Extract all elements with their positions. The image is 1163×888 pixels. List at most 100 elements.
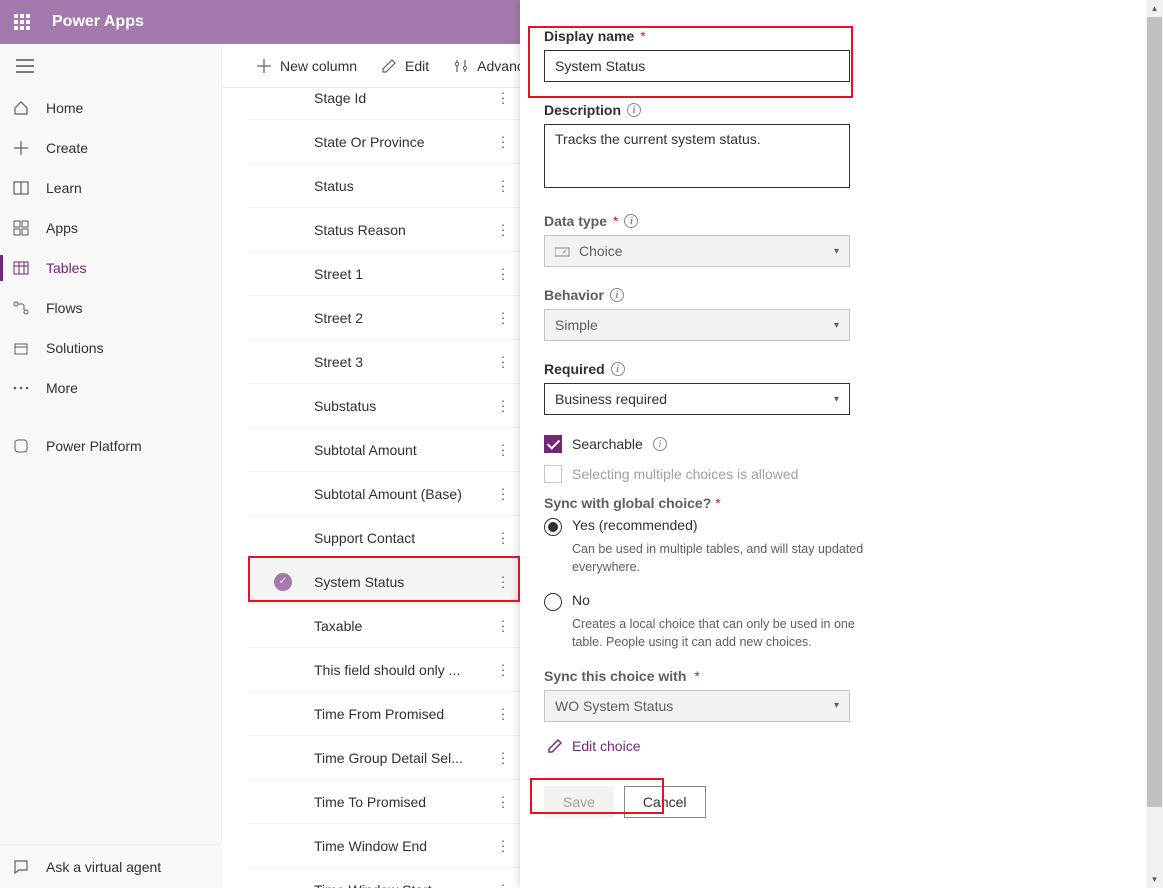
sync-this-label: Sync this choice with* — [544, 668, 1122, 684]
radio-no-help: Creates a local choice that can only be … — [572, 615, 872, 651]
radio-no[interactable] — [544, 593, 562, 611]
nav-item-flows[interactable]: Flows — [0, 288, 221, 328]
column-row[interactable]: Time To Promised⋮ — [248, 780, 520, 824]
sync-yes-option[interactable]: Yes (recommended) — [544, 517, 1122, 536]
nav-label: Create — [46, 140, 88, 156]
app-launcher-button[interactable] — [0, 0, 44, 44]
nav-label: Learn — [46, 180, 82, 196]
column-more-button[interactable]: ⋮ — [496, 221, 510, 238]
column-row[interactable]: Subtotal Amount ⋮ — [248, 428, 520, 472]
column-more-button[interactable]: ⋮ — [496, 353, 510, 370]
column-more-button[interactable]: ⋮ — [496, 177, 510, 194]
column-row[interactable]: Time Window End⋮ — [248, 824, 520, 868]
scroll-down-arrow[interactable]: ▾ — [1146, 871, 1163, 888]
column-more-button[interactable]: ⋮ — [496, 705, 510, 722]
column-row[interactable]: Stage Id⋮ — [248, 76, 520, 120]
column-row[interactable]: Time From Promised⋮ — [248, 692, 520, 736]
column-label: Taxable — [314, 618, 362, 634]
new-column-button[interactable]: New column — [248, 54, 365, 78]
column-more-button[interactable]: ⋮ — [496, 573, 510, 590]
column-more-button[interactable]: ⋮ — [496, 881, 510, 888]
column-row[interactable]: Street 1⋮ — [248, 252, 520, 296]
chevron-down-icon: ▾ — [834, 394, 839, 405]
info-icon[interactable]: i — [627, 103, 641, 117]
column-row[interactable]: This field should only ... ⋮ — [248, 648, 520, 692]
column-row[interactable]: Support Contact⋮ — [248, 516, 520, 560]
column-more-button[interactable]: ⋮ — [496, 529, 510, 546]
column-label: This field should only ... — [314, 662, 460, 678]
info-icon[interactable]: i — [653, 437, 667, 451]
searchable-checkbox[interactable] — [544, 435, 562, 453]
page-scrollbar-thumb[interactable] — [1147, 17, 1162, 807]
description-input[interactable] — [544, 124, 850, 188]
searchable-checkbox-row[interactable]: Searchable i — [544, 435, 1122, 453]
column-row[interactable]: Status Reason⋮ — [248, 208, 520, 252]
radio-no-label: No — [572, 592, 590, 611]
column-label: Subtotal Amount — [314, 442, 417, 458]
nav-item-more[interactable]: More — [0, 368, 221, 408]
column-more-button[interactable]: ⋮ — [496, 89, 510, 106]
more-icon — [12, 379, 30, 397]
column-more-button[interactable]: ⋮ — [496, 749, 510, 766]
nav-item-solutions[interactable]: Solutions — [0, 328, 221, 368]
sync-no-option[interactable]: No — [544, 592, 1122, 611]
column-row[interactable]: Street 2 ⋮ — [248, 296, 520, 340]
radio-yes[interactable] — [544, 518, 562, 536]
edit-button[interactable]: Edit — [373, 54, 437, 78]
required-select[interactable]: Business required ▾ — [544, 383, 850, 415]
column-label: Street 3 — [314, 354, 363, 370]
info-icon[interactable]: i — [624, 214, 638, 228]
column-more-button[interactable]: ⋮ — [496, 397, 510, 414]
nav-item-apps[interactable]: Apps — [0, 208, 221, 248]
column-label: Street 2 — [314, 310, 363, 326]
info-icon[interactable]: i — [610, 288, 624, 302]
nav-label: More — [46, 380, 78, 396]
ask-virtual-agent[interactable]: Ask a virtual agent — [0, 844, 222, 888]
nav-item-power-platform[interactable]: Power Platform — [0, 426, 221, 466]
info-icon[interactable]: i — [611, 362, 625, 376]
column-more-button[interactable]: ⋮ — [496, 441, 510, 458]
column-label: Time Group Detail Sel... — [314, 750, 463, 766]
nav-item-create[interactable]: Create — [0, 128, 221, 168]
column-more-button[interactable]: ⋮ — [496, 661, 510, 678]
column-more-button[interactable]: ⋮ — [496, 265, 510, 282]
column-row[interactable]: Street 3 ⋮ — [248, 340, 520, 384]
column-label: Subtotal Amount (Base) — [314, 486, 462, 502]
edit-choice-link[interactable]: Edit choice — [544, 734, 644, 758]
chevron-down-icon: ▾ — [834, 700, 839, 711]
column-row[interactable]: Time Window Start⋮ — [248, 868, 520, 888]
chat-icon — [12, 858, 30, 876]
column-row[interactable]: Substatus ⋮ — [248, 384, 520, 428]
column-more-button[interactable]: ⋮ — [496, 617, 510, 634]
nav-item-tables[interactable]: Tables — [0, 248, 221, 288]
column-more-button[interactable]: ⋮ — [496, 837, 510, 854]
page-scrollbar-track[interactable]: ▴ ▾ — [1146, 0, 1163, 888]
data-type-select: Choice ▾ — [544, 235, 850, 267]
column-label: Substatus — [314, 398, 376, 414]
column-row[interactable]: Status⋮ — [248, 164, 520, 208]
nav-label: Tables — [46, 260, 86, 276]
column-row[interactable]: ✓System Status⋮ — [248, 560, 520, 604]
cancel-button[interactable]: Cancel — [624, 786, 706, 818]
column-row[interactable]: State Or Province⋮ — [248, 120, 520, 164]
sync-this-select: WO System Status ▾ — [544, 690, 850, 722]
display-name-input[interactable] — [544, 50, 850, 82]
column-more-button[interactable]: ⋮ — [496, 793, 510, 810]
nav-item-learn[interactable]: Learn — [0, 168, 221, 208]
flow-icon — [12, 299, 30, 317]
nav-label: Home — [46, 100, 83, 116]
column-more-button[interactable]: ⋮ — [496, 309, 510, 326]
scroll-up-arrow[interactable]: ▴ — [1146, 0, 1163, 17]
solutions-icon — [12, 339, 30, 357]
radio-yes-label: Yes (recommended) — [572, 517, 698, 536]
nav-item-home[interactable]: Home — [0, 88, 221, 128]
column-row[interactable]: Taxable ⋮ — [248, 604, 520, 648]
nav-collapse-button[interactable] — [0, 44, 221, 88]
column-more-button[interactable]: ⋮ — [496, 133, 510, 150]
hamburger-icon — [16, 59, 34, 73]
column-row[interactable]: Time Group Detail Sel... ⋮ — [248, 736, 520, 780]
behavior-select: Simple ▾ — [544, 309, 850, 341]
column-row[interactable]: Subtotal Amount (Base) ⋮ — [248, 472, 520, 516]
book-icon — [12, 179, 30, 197]
column-more-button[interactable]: ⋮ — [496, 485, 510, 502]
